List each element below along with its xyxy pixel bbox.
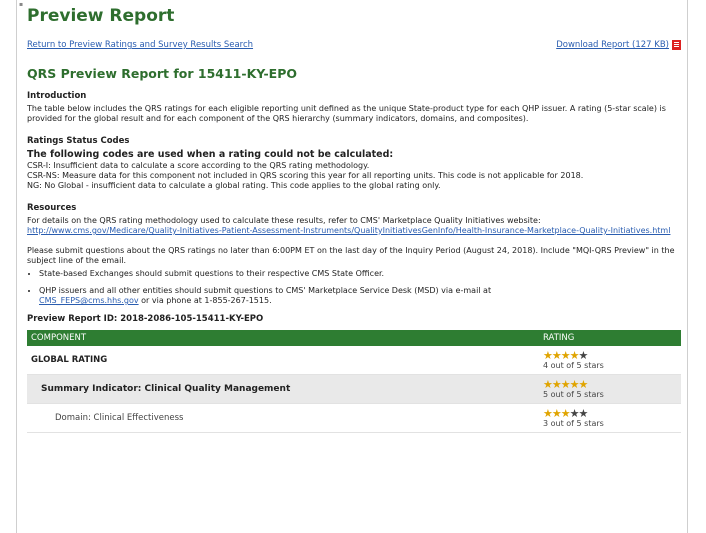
ratings-table: COMPONENT RATING GLOBAL RATING ★★★★★ 4 o…	[27, 330, 681, 433]
bullet-sbe: State-based Exchanges should submit ques…	[39, 269, 385, 278]
status-codes-heading: Ratings Status Codes	[27, 136, 130, 146]
intro-text: The table below includes the QRS ratings…	[27, 104, 666, 123]
resources-text: For details on the QRS rating methodolog…	[27, 216, 541, 225]
rating-text: 4 out of 5 stars	[543, 361, 604, 370]
email-link[interactable]: CMS_FEPS@cms.hhs.gov	[39, 296, 139, 305]
bullet-qhp: QHP issuers and all other entities shoul…	[39, 286, 492, 295]
rating-cell: ★★★★★ 3 out of 5 stars	[539, 403, 681, 433]
table-row: Domain: Clinical Effectiveness ★★★★★ 3 o…	[27, 403, 681, 433]
table-header-row: COMPONENT RATING	[27, 330, 681, 346]
column-header-rating: RATING	[539, 330, 681, 346]
code-csr-ns: CSR-NS: Measure data for this component …	[27, 171, 584, 180]
intro-heading: Introduction	[27, 91, 87, 101]
return-link[interactable]: Return to Preview Ratings and Survey Res…	[27, 40, 253, 50]
pdf-icon[interactable]	[672, 40, 681, 50]
top-links: Return to Preview Ratings and Survey Res…	[27, 40, 681, 50]
download-report[interactable]: Download Report (127 KB)	[556, 40, 681, 50]
star-rating: ★★★★★	[543, 350, 677, 361]
page-frame: ▪ Preview Report Return to Preview Ratin…	[16, 0, 688, 533]
rating-cell: ★★★★★ 5 out of 5 stars	[539, 374, 681, 404]
bullet-qhp-phone: or via phone at 1-855-267-1515.	[138, 296, 272, 305]
component-cell: Summary Indicator: Clinical Quality Mana…	[27, 374, 539, 404]
questions-text: Please submit questions about the QRS ra…	[27, 246, 675, 265]
page-title: Preview Report	[27, 6, 175, 26]
table-row: Summary Indicator: Clinical Quality Mana…	[27, 374, 681, 404]
table-row: GLOBAL RATING ★★★★★ 4 out of 5 stars	[27, 346, 681, 375]
resources-heading: Resources	[27, 203, 77, 213]
column-header-component: COMPONENT	[27, 330, 539, 346]
rating-cell: ★★★★★ 4 out of 5 stars	[539, 346, 681, 375]
status-codes-subheading: The following codes are used when a rati…	[27, 149, 394, 160]
report-title: QRS Preview Report for 15411-KY-EPO	[27, 66, 297, 81]
download-link[interactable]: Download Report (127 KB)	[556, 40, 669, 50]
rating-text: 3 out of 5 stars	[543, 419, 604, 428]
star-rating: ★★★★★	[543, 408, 677, 419]
star-rating: ★★★★★	[543, 379, 677, 390]
report-id: Preview Report ID: 2018-2086-105-15411-K…	[27, 314, 264, 324]
component-cell: Domain: Clinical Effectiveness	[27, 403, 539, 433]
code-ng: NG: No Global - insufficient data to cal…	[27, 181, 441, 190]
list-item: State-based Exchanges should submit ques…	[39, 269, 681, 279]
rating-text: 5 out of 5 stars	[543, 390, 604, 399]
resources-url-link[interactable]: http://www.cms.gov/Medicare/Quality-Init…	[27, 226, 670, 235]
main-content: Preview Report Return to Preview Ratings…	[27, 6, 681, 433]
code-csr-i: CSR-I: Insufficient data to calculate a …	[27, 161, 370, 170]
corner-marker-icon: ▪	[19, 1, 24, 8]
component-cell: GLOBAL RATING	[27, 346, 539, 375]
contact-list: State-based Exchanges should submit ques…	[27, 269, 681, 306]
list-item: QHP issuers and all other entities shoul…	[39, 286, 681, 306]
